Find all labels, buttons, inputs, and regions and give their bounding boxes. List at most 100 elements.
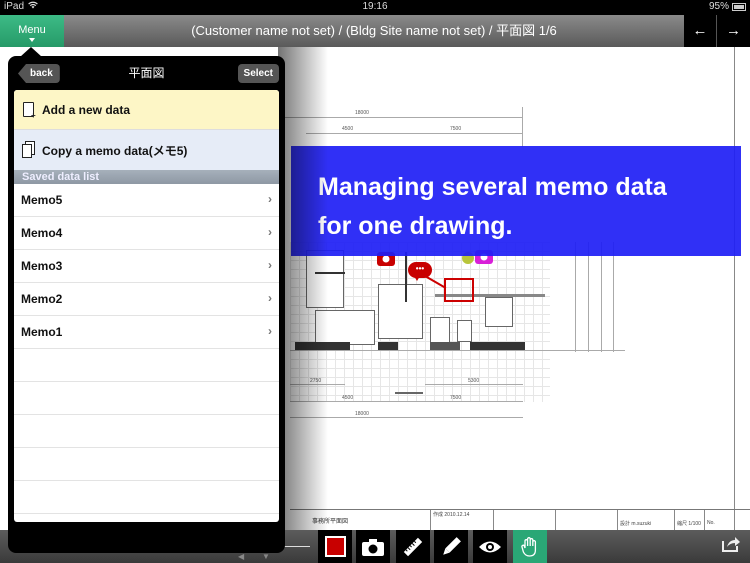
plan-wall	[430, 342, 460, 350]
copy-memo-data-label: Copy a memo data(メモ5)	[42, 143, 188, 158]
popover-shadow	[278, 47, 328, 530]
memo-list-item[interactable]: Memo4 ›	[14, 217, 279, 250]
dimension-line	[522, 107, 523, 147]
add-new-data-button[interactable]: + Add a new data	[14, 90, 279, 130]
popover-body: + Add a new data Copy a memo data(メモ5) S…	[14, 90, 279, 522]
empty-list-row	[14, 349, 279, 382]
number-label: No.	[707, 520, 715, 526]
memo-label: Memo3	[21, 259, 63, 273]
dimension-line	[425, 384, 523, 385]
camera-icon	[362, 538, 384, 556]
pen-button[interactable]	[434, 530, 468, 563]
arrow-down-small-icon[interactable]: ▼	[262, 552, 270, 561]
dimension-label: 4500	[342, 126, 354, 132]
hand-tool-button[interactable]	[513, 530, 547, 563]
chevron-right-icon: ›	[268, 291, 272, 305]
dimension-line	[306, 133, 523, 134]
date-value: 2010.12.14	[444, 512, 470, 518]
pen-color-button[interactable]	[318, 530, 352, 563]
navigation-bar: Menu (Customer name not set) / (Bldg Sit…	[0, 15, 750, 47]
memo-label: Memo5	[21, 193, 63, 207]
dimension-label: 18000	[355, 110, 369, 116]
memo-label: Memo2	[21, 292, 63, 306]
memo-data-popover: back 平面図 Select + Add a new data Copy a …	[8, 56, 285, 553]
scale-label: 縮尺	[677, 521, 688, 527]
scale-value: 1/100	[688, 521, 701, 527]
empty-list-row	[14, 448, 279, 481]
designer-label: 設計	[620, 521, 631, 527]
empty-list-row	[14, 415, 279, 448]
next-page-button[interactable]: →	[717, 15, 750, 47]
chevron-right-icon: ›	[268, 324, 272, 338]
color-swatch	[324, 536, 346, 557]
caret-down-icon	[29, 38, 35, 42]
dimension-label: 7500	[450, 126, 462, 132]
new-document-icon: +	[22, 101, 36, 119]
scale-bar	[395, 392, 423, 394]
memo-list-item[interactable]: Memo3 ›	[14, 250, 279, 283]
title-block-cell	[493, 510, 555, 530]
dimension-line	[613, 242, 614, 352]
camera-button[interactable]	[356, 530, 390, 563]
menu-button[interactable]: Menu	[0, 15, 64, 47]
dimension-line	[601, 242, 602, 352]
pencil-icon	[443, 536, 461, 555]
plan-room	[378, 284, 423, 339]
plan-wall	[470, 342, 525, 350]
chevron-right-icon: ›	[268, 258, 272, 272]
dimension-label: 18000	[355, 411, 369, 417]
plan-fixture	[430, 317, 450, 345]
memo-list-item[interactable]: Memo1 ›	[14, 316, 279, 349]
memo-label: Memo1	[21, 325, 63, 339]
share-button[interactable]	[718, 534, 744, 560]
plan-wall	[378, 342, 398, 350]
page-title: (Customer name not set) / (Bldg Site nam…	[191, 23, 557, 38]
dimension-line	[575, 242, 576, 352]
dimension-label: 4500	[342, 395, 354, 401]
popover-header: back 平面図 Select	[8, 56, 285, 90]
saved-memo-list: Memo5 › Memo4 › Memo3 › Memo2 › Memo1 ›	[14, 184, 279, 514]
dimension-label: 7500	[450, 395, 462, 401]
popover-title: 平面図	[128, 66, 165, 80]
plan-wall	[405, 252, 407, 302]
hand-icon	[521, 536, 537, 557]
designer-value: m.suzuki	[631, 521, 652, 527]
arrow-left-small-icon[interactable]: ◀	[238, 552, 244, 561]
promo-banner: Managing several memo data for one drawi…	[291, 146, 741, 256]
battery-icon	[732, 2, 746, 11]
back-button[interactable]: back	[18, 64, 60, 83]
dimension-line	[588, 242, 589, 352]
memo-list-item[interactable]: Memo5 ›	[14, 184, 279, 217]
chevron-right-icon: ›	[268, 225, 272, 239]
eye-icon	[479, 541, 501, 552]
plan-fixture	[457, 320, 472, 342]
empty-list-row	[14, 481, 279, 514]
clock: 19:16	[362, 1, 388, 12]
previous-page-button[interactable]: ←	[684, 15, 717, 47]
select-button[interactable]: Select	[237, 64, 279, 83]
memo-highlight-box[interactable]	[444, 278, 474, 302]
title-block: 事務所平面図 作成 2010.12.14 設計 m.suzuki 縮尺 1/10…	[290, 509, 750, 530]
visibility-button[interactable]	[473, 530, 507, 563]
share-icon	[722, 537, 740, 552]
arrow-left-icon: ←	[692, 22, 708, 39]
memo-list-item[interactable]: Memo2 ›	[14, 283, 279, 316]
title-block-cell	[555, 510, 617, 530]
status-bar: iPad 19:16 95%	[0, 0, 750, 15]
dimension-line	[290, 350, 625, 351]
saved-data-list-header: Saved data list	[14, 170, 279, 184]
battery-percent: 95%	[708, 1, 729, 12]
comment-memo-pin[interactable]: •••	[408, 262, 432, 281]
plan-fixture	[485, 297, 513, 327]
copy-icon	[22, 141, 36, 159]
date-label: 作成	[433, 512, 444, 518]
arrow-right-icon: →	[726, 22, 741, 39]
banner-text: Managing several memo data for one drawi…	[318, 173, 667, 240]
frame-border	[734, 47, 735, 530]
dimension-label: 5300	[468, 378, 480, 384]
menu-label: Menu	[18, 24, 46, 36]
chevron-right-icon: ›	[268, 192, 272, 206]
copy-memo-data-button[interactable]: Copy a memo data(メモ5)	[14, 130, 279, 170]
ruler-button[interactable]	[396, 530, 430, 563]
line-width-button[interactable]	[284, 546, 310, 547]
